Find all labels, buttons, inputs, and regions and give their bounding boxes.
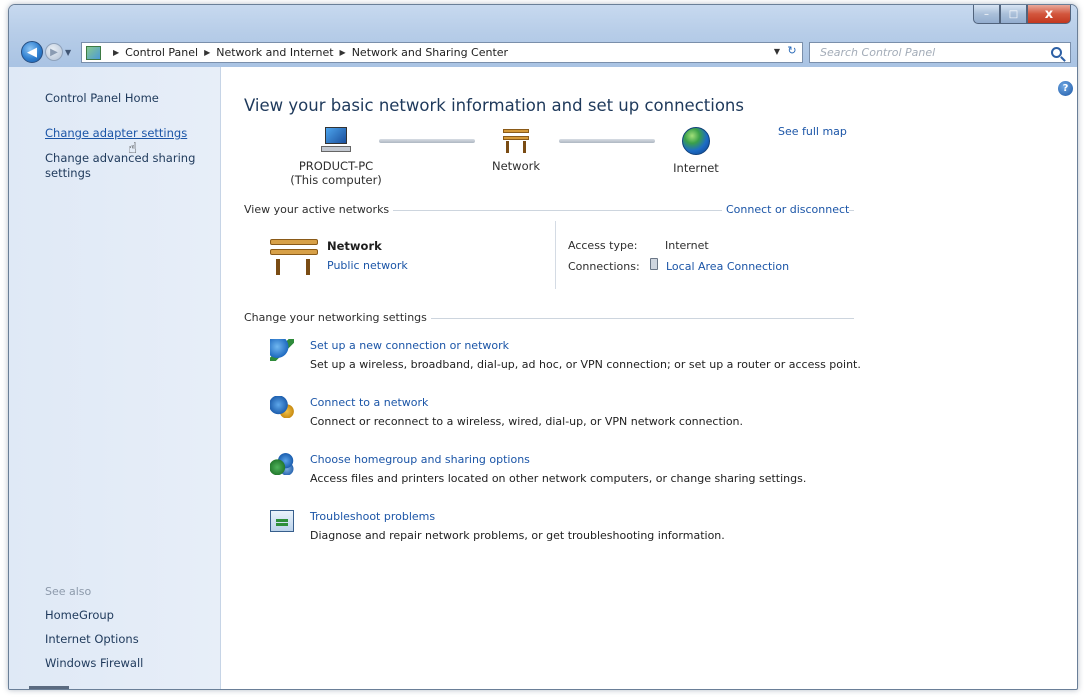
- close-button[interactable]: x: [1027, 5, 1071, 24]
- computer-subtitle-label: (This computer): [290, 173, 382, 187]
- task-homegroup-sharing[interactable]: Choose homegroup and sharing options Acc…: [270, 453, 870, 489]
- local-area-connection-link[interactable]: Local Area Connection: [666, 260, 789, 273]
- connect-network-link[interactable]: Connect to a network: [310, 396, 428, 409]
- maximize-button[interactable]: □: [1000, 5, 1027, 24]
- see-also-heading: See also: [45, 585, 92, 598]
- help-icon[interactable]: ?: [1058, 81, 1073, 96]
- title-bar: – □ x ◀ ▶ ▼ ▶ Control Panel ▶ Network an…: [9, 5, 1077, 67]
- breadcrumb-separator[interactable]: ▶: [113, 48, 119, 57]
- back-arrow-icon: ◀: [27, 44, 37, 60]
- page-title: View your basic network information and …: [244, 96, 744, 115]
- forward-arrow-icon: ▶: [50, 46, 58, 58]
- window-bottom-edge: [29, 686, 69, 689]
- see-full-map-link[interactable]: See full map: [778, 125, 847, 138]
- search-input[interactable]: Search Control Panel: [820, 46, 1051, 59]
- task-troubleshoot[interactable]: Troubleshoot problems Diagnose and repai…: [270, 510, 870, 546]
- network-label: Network: [491, 159, 541, 173]
- internet-options-link[interactable]: Internet Options: [45, 632, 139, 646]
- active-networks-heading: View your active networks: [244, 203, 394, 216]
- breadcrumb-network-and-sharing-center[interactable]: Network and Sharing Center: [352, 46, 508, 59]
- refresh-icon[interactable]: ↻: [784, 44, 800, 61]
- search-icon[interactable]: [1051, 47, 1062, 58]
- setup-connection-description: Set up a wireless, broadband, dial-up, a…: [310, 358, 861, 371]
- address-dropdown-icon[interactable]: ▼: [774, 47, 780, 56]
- computer-icon: [321, 127, 351, 153]
- homegroup-link[interactable]: HomeGroup: [45, 608, 114, 622]
- troubleshoot-description: Diagnose and repair network problems, or…: [310, 529, 725, 542]
- address-bar[interactable]: ▶ Control Panel ▶ Network and Internet ▶…: [81, 42, 803, 63]
- change-adapter-settings-link[interactable]: Change adapter settings: [45, 126, 187, 141]
- network-bench-icon: [501, 127, 531, 153]
- map-node-internet[interactable]: Internet: [656, 127, 736, 175]
- troubleshoot-icon: [270, 510, 294, 532]
- networking-settings-heading: Change your networking settings: [244, 311, 431, 324]
- minimize-button[interactable]: –: [973, 5, 1000, 24]
- map-connection-line: [379, 139, 475, 143]
- sidebar: Control Panel Home Change adapter settin…: [9, 67, 221, 689]
- hand-cursor-icon: ☝: [128, 139, 138, 157]
- forward-button[interactable]: ▶: [45, 43, 63, 61]
- breadcrumb-network-and-internet[interactable]: Network and Internet: [216, 46, 333, 59]
- network-setup-icon: [270, 339, 294, 361]
- connect-network-description: Connect or reconnect to a wireless, wire…: [310, 415, 744, 428]
- access-type-value: Internet: [665, 239, 709, 252]
- map-node-computer[interactable]: PRODUCT-PC (This computer): [286, 127, 386, 187]
- change-advanced-sharing-settings-link[interactable]: Change advanced sharing settings: [45, 151, 205, 181]
- homegroup-sharing-description: Access files and printers located on oth…: [310, 472, 807, 485]
- connect-or-disconnect-link[interactable]: Connect or disconnect: [722, 203, 850, 216]
- breadcrumb-separator[interactable]: ▶: [204, 48, 210, 57]
- main-content: ? View your basic network information an…: [222, 67, 1077, 689]
- back-button[interactable]: ◀: [21, 41, 43, 63]
- internet-globe-icon: [682, 127, 710, 155]
- active-network-name: Network: [327, 239, 382, 253]
- map-connection-line: [559, 139, 655, 143]
- map-node-network[interactable]: Network: [476, 127, 556, 173]
- recent-pages-button[interactable]: ▼: [65, 48, 71, 57]
- connect-network-icon: [270, 396, 294, 418]
- control-panel-home-link[interactable]: Control Panel Home: [45, 91, 159, 105]
- network-type-link[interactable]: Public network: [327, 259, 408, 272]
- homegroup-sharing-link[interactable]: Choose homegroup and sharing options: [310, 453, 530, 466]
- network-sharing-center-window: – □ x ◀ ▶ ▼ ▶ Control Panel ▶ Network an…: [8, 4, 1078, 690]
- homegroup-icon: [270, 453, 294, 475]
- breadcrumb-control-panel[interactable]: Control Panel: [125, 46, 198, 59]
- setup-connection-link[interactable]: Set up a new connection or network: [310, 339, 509, 352]
- task-connect-network[interactable]: Connect to a network Connect or reconnec…: [270, 396, 870, 432]
- search-box[interactable]: Search Control Panel: [809, 42, 1071, 63]
- control-panel-icon: [86, 45, 101, 60]
- navigation-row: ◀ ▶ ▼ ▶ Control Panel ▶ Network and Inte…: [9, 39, 1077, 65]
- task-setup-connection[interactable]: Set up a new connection or network Set u…: [270, 339, 870, 375]
- internet-label: Internet: [673, 161, 719, 175]
- breadcrumb-separator[interactable]: ▶: [340, 48, 346, 57]
- computer-name-label: PRODUCT-PC: [298, 159, 374, 173]
- troubleshoot-link[interactable]: Troubleshoot problems: [310, 510, 435, 523]
- windows-firewall-link[interactable]: Windows Firewall: [45, 656, 143, 670]
- vertical-divider: [555, 221, 556, 289]
- network-bench-icon: [268, 235, 320, 275]
- access-type-label: Access type:: [568, 239, 638, 252]
- ethernet-connection-icon: [650, 258, 658, 270]
- connections-label: Connections:: [568, 260, 640, 273]
- caption-buttons: – □ x: [973, 5, 1071, 24]
